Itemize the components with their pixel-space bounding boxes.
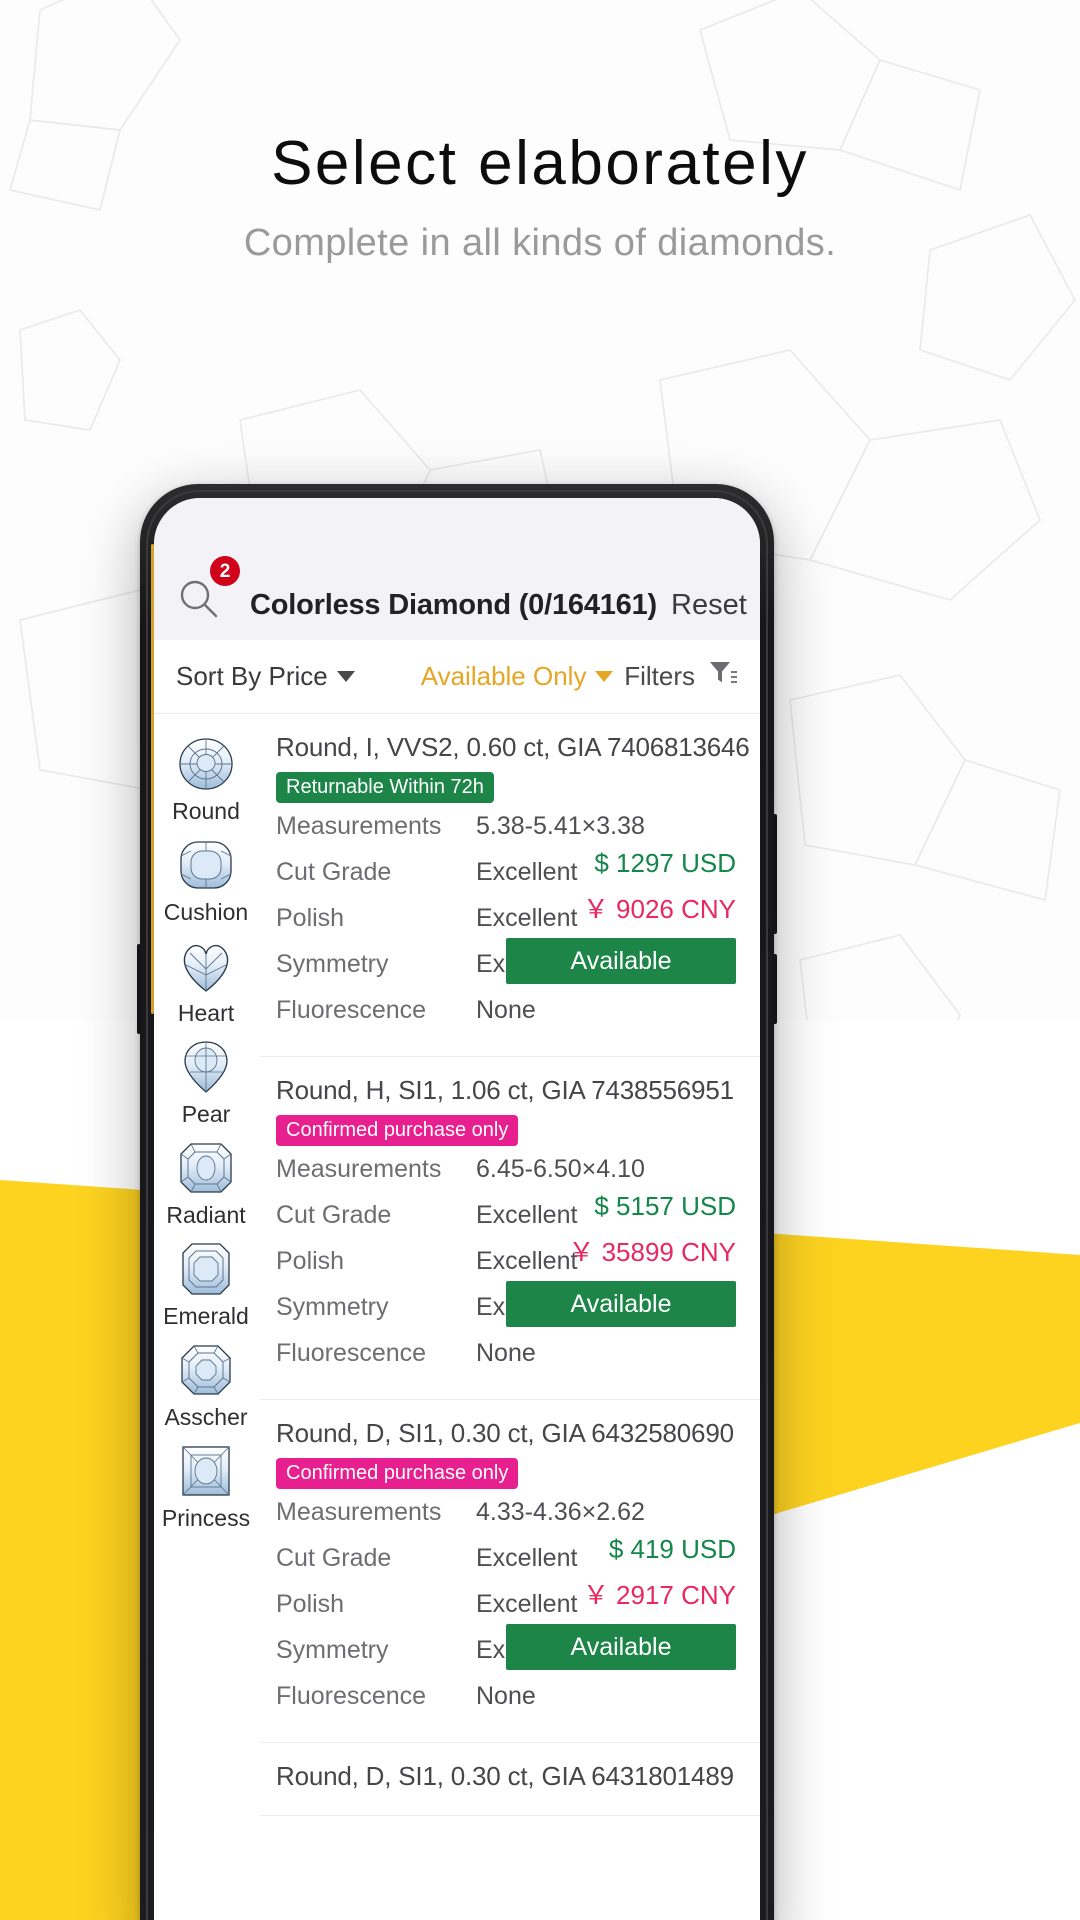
price-block: $ 1297 USD ￥ 9026 CNY Available xyxy=(506,848,736,984)
availability-button[interactable]: Available xyxy=(506,1624,736,1670)
diamond-listing[interactable]: Round, D, SI1, 0.30 ct, GIA 6431801489 xyxy=(260,1743,760,1816)
price-usd: $ 1297 USD xyxy=(594,848,736,878)
price-usd: $ 419 USD xyxy=(608,1534,736,1564)
filters-button[interactable]: Filters xyxy=(624,659,738,694)
filters-label: Filters xyxy=(624,661,695,691)
spec-label-fluorescence: Fluorescence xyxy=(276,1339,427,1367)
spec-label-cut-grade: Cut Grade xyxy=(276,1201,392,1229)
chevron-down-icon xyxy=(336,671,355,682)
gem-heart-icon xyxy=(177,937,235,995)
shape-filter-label: Radiant xyxy=(166,1202,246,1228)
spec-value-fluorescence: None xyxy=(476,1339,536,1367)
diamond-listing[interactable]: Round, D, SI1, 0.30 ct, GIA 6432580690 Co… xyxy=(260,1400,760,1743)
listing-title: Round, I, VVS2, 0.60 ct, GIA 7406813646 xyxy=(276,732,750,762)
app-header: 2 Colorless Diamond (0/164161) Reset xyxy=(154,498,760,640)
gem-round-icon xyxy=(177,735,235,793)
spec-label-measurements: Measurements xyxy=(276,1155,442,1183)
shape-filter-rail[interactable]: Round Cushion Heart Pear Radiant Emerald Assch… xyxy=(154,714,258,1920)
gem-cushion-icon xyxy=(177,836,235,894)
price-usd: $ 5157 USD xyxy=(594,1191,736,1221)
shape-filter-label: Round xyxy=(172,798,240,824)
availability-label: Available Only xyxy=(420,661,587,691)
shape-filter-radiant[interactable]: Radiant xyxy=(154,1132,258,1233)
spec-row: Fluorescence None xyxy=(276,1682,736,1728)
spec-label-symmetry: Symmetry xyxy=(276,1636,389,1664)
spec-label-polish: Polish xyxy=(276,904,345,932)
shape-filter-label: Princess xyxy=(161,1505,251,1531)
chevron-down-icon xyxy=(595,671,614,682)
shape-filter-label: Cushion xyxy=(163,899,249,925)
phone-mockup: 2 Colorless Diamond (0/164161) Reset Sor… xyxy=(137,484,777,1920)
diamond-listing[interactable]: Round, I, VVS2, 0.60 ct, GIA 7406813646 R… xyxy=(260,714,760,1057)
marketing-page: Select elaborately Complete in all kinds… xyxy=(0,0,1080,1920)
app-body: Round Cushion Heart Pear Radiant Emerald Assch… xyxy=(154,714,760,1920)
availability-button[interactable]: Available xyxy=(506,938,736,984)
assistant-button[interactable] xyxy=(137,944,141,1034)
spec-label-measurements: Measurements xyxy=(276,1498,442,1526)
price-cny: ￥ 35899 CNY xyxy=(568,1237,736,1267)
price-block: $ 5157 USD ￥ 35899 CNY Available xyxy=(506,1191,736,1327)
power-button[interactable] xyxy=(773,814,777,934)
page-subtitle: Complete in all kinds of diamonds. xyxy=(243,222,837,264)
gem-emerald-icon xyxy=(177,1240,235,1298)
listing-badge: Confirmed purchase only xyxy=(276,1115,519,1146)
spec-label-polish: Polish xyxy=(276,1247,345,1275)
shape-filter-label: Emerald xyxy=(163,1303,249,1329)
spec-label-measurements: Measurements xyxy=(276,812,442,840)
spec-value-measurements: 6.45-6.50×4.10 xyxy=(476,1155,645,1183)
shape-filter-pear[interactable]: Pear xyxy=(154,1031,258,1132)
listing-badge: Returnable Within 72h xyxy=(276,772,494,803)
listing-badge: Confirmed purchase only xyxy=(276,1458,519,1489)
spec-label-polish: Polish xyxy=(276,1590,345,1618)
spec-value-fluorescence: None xyxy=(476,1682,536,1710)
spec-label-cut-grade: Cut Grade xyxy=(276,1544,392,1572)
shape-filter-label: Asscher xyxy=(164,1404,248,1430)
shape-filter-emerald[interactable]: Emerald xyxy=(154,1233,258,1334)
spec-label-fluorescence: Fluorescence xyxy=(276,996,427,1024)
spec-row: Fluorescence None xyxy=(276,1339,736,1385)
screen-edge-reflection xyxy=(151,544,154,1014)
shape-filter-label: Pear xyxy=(181,1101,231,1127)
spec-value-fluorescence: None xyxy=(476,996,536,1024)
sort-label: Sort By Price xyxy=(176,661,328,691)
spec-value-measurements: 5.38-5.41×3.38 xyxy=(476,812,645,840)
cart-badge: 2 xyxy=(210,556,240,586)
volume-up-button[interactable] xyxy=(773,954,777,1024)
gem-princess-icon xyxy=(177,1442,235,1500)
spec-label-fluorescence: Fluorescence xyxy=(276,1682,427,1710)
gem-radiant-icon xyxy=(177,1139,235,1197)
listing-title: Round, H, SI1, 1.06 ct, GIA 7438556951 xyxy=(276,1075,734,1105)
listing-title: Round, D, SI1, 0.30 ct, GIA 6432580690 xyxy=(276,1418,734,1448)
phone-screen: 2 Colorless Diamond (0/164161) Reset Sor… xyxy=(154,498,760,1920)
spec-label-cut-grade: Cut Grade xyxy=(276,858,392,886)
price-cny: ￥ 2917 CNY xyxy=(582,1580,736,1610)
spec-value-measurements: 4.33-4.36×2.62 xyxy=(476,1498,645,1526)
spec-label-symmetry: Symmetry xyxy=(276,1293,389,1321)
availability-button[interactable]: Available xyxy=(506,1281,736,1327)
price-block: $ 419 USD ￥ 2917 CNY Available xyxy=(506,1534,736,1670)
spec-label-symmetry: Symmetry xyxy=(276,950,389,978)
price-cny: ￥ 9026 CNY xyxy=(582,894,736,924)
shape-filter-cushion[interactable]: Cushion xyxy=(154,829,258,930)
reset-button[interactable]: Reset xyxy=(671,589,747,622)
listing-title: Round, D, SI1, 0.30 ct, GIA 6431801489 xyxy=(276,1761,734,1791)
app-title: Colorless Diamond (0/164161) xyxy=(250,589,657,621)
shape-filter-label: Heart xyxy=(177,1000,235,1026)
shape-filter-round[interactable]: Round xyxy=(154,728,258,829)
shape-filter-asscher[interactable]: Asscher xyxy=(154,1334,258,1435)
availability-dropdown[interactable]: Available Only xyxy=(421,661,614,692)
sort-dropdown[interactable]: Sort By Price xyxy=(176,661,355,692)
spec-row: Fluorescence None xyxy=(276,996,736,1042)
funnel-icon xyxy=(708,659,738,694)
diamond-listing[interactable]: Round, H, SI1, 1.06 ct, GIA 7438556951 Co… xyxy=(260,1057,760,1400)
shape-filter-heart[interactable]: Heart xyxy=(154,930,258,1031)
shape-filter-princess[interactable]: Princess xyxy=(154,1435,258,1536)
filter-bar: Sort By Price Available Only Filters xyxy=(154,640,760,714)
gem-pear-icon xyxy=(177,1038,235,1096)
diamond-list[interactable]: Round, I, VVS2, 0.60 ct, GIA 7406813646 R… xyxy=(258,714,760,1920)
gem-asscher-icon xyxy=(177,1341,235,1399)
page-title: Select elaborately xyxy=(271,129,809,198)
